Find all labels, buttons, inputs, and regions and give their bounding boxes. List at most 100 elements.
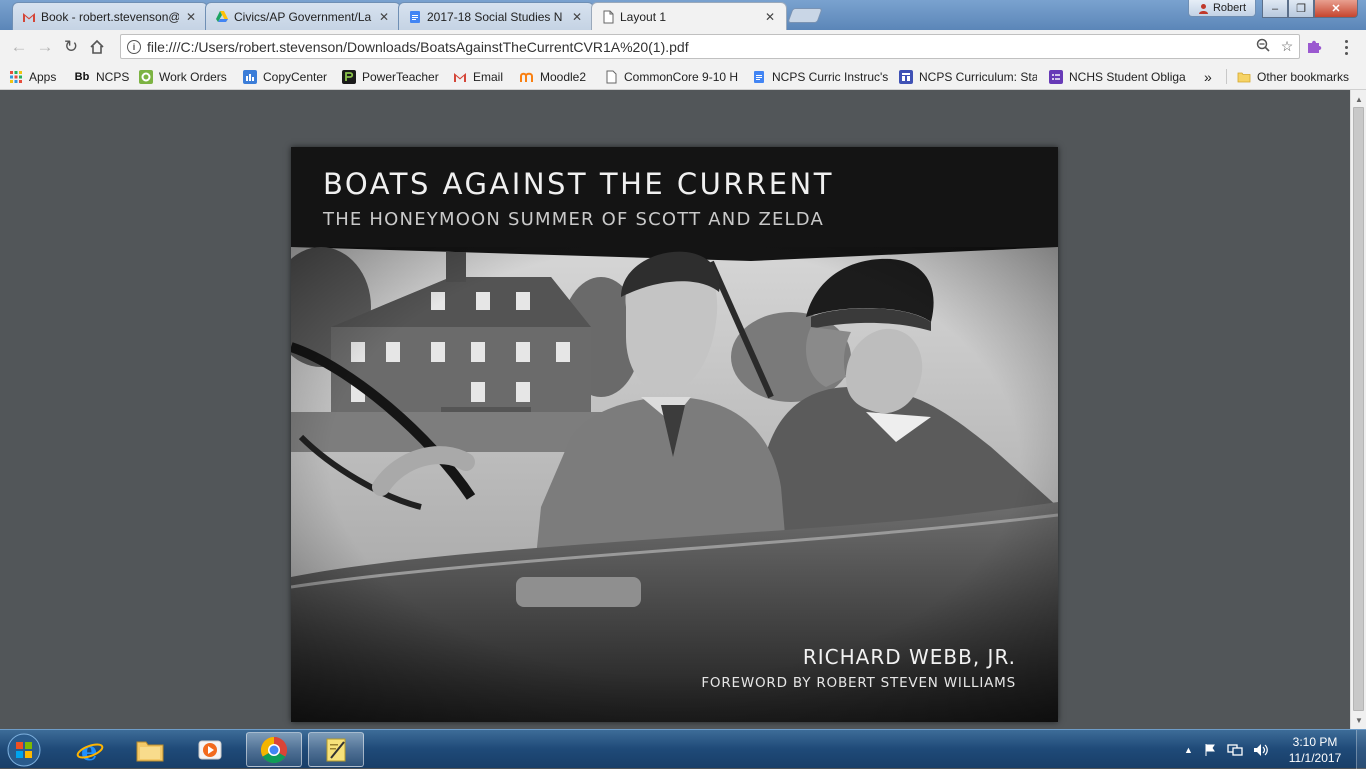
notepad-icon [326,738,346,761]
bookmark-label: NCPS Curriculum: Sta [919,69,1037,84]
maximize-button[interactable]: ❐ [1288,0,1314,18]
folder-icon [1237,72,1251,82]
moodle-icon [520,72,533,82]
cover-title: BOATS AGAINST THE CURRENT [323,167,834,201]
svg-text:e: e [81,737,98,765]
bookmark-label: CommonCore 9-10 H [624,69,739,84]
arrow-right-icon: → [36,36,54,56]
volume-icon[interactable] [1253,743,1269,757]
minimize-button[interactable]: – [1262,0,1288,18]
tab-label: Book - robert.stevenson@ [41,9,179,24]
bookmark-label: NCPS [96,69,130,84]
cover-subtitle: THE HONEYMOON SUMMER OF SCOTT AND ZELDA [323,209,825,230]
home-button[interactable] [84,34,110,60]
internet-explorer-icon: e [76,737,104,765]
network-icon[interactable] [1227,743,1243,757]
bookmark-apps[interactable]: Apps [9,68,56,85]
bookmark-label: PowerTeacher [362,69,439,84]
address-url: file:///C:/Users/robert.stevenson/Downlo… [147,38,689,55]
google-docs-icon [410,11,420,23]
scroll-down-icon[interactable]: ▼ [1351,713,1366,727]
tab-label: Layout 1 [620,9,667,24]
taskbar-media-player[interactable] [182,732,238,767]
address-bar[interactable]: i file:///C:/Users/robert.stevenson/Down… [120,34,1300,59]
bookmark-label: Other bookmarks [1257,69,1350,84]
tab-close-icon[interactable]: ✕ [571,10,583,24]
taskbar-chrome[interactable] [246,732,302,767]
extension-puzzle-icon[interactable] [1305,38,1323,56]
system-tray: ▲ [1184,730,1269,769]
taskbar-file-explorer[interactable] [122,732,178,767]
bookmark-ncps-curric-instruc[interactable]: NCPS Curric Instruc's [752,68,888,85]
bookmark-work-orders[interactable]: Work Orders [139,68,227,85]
close-window-button[interactable]: ✕ [1314,0,1358,18]
bookmark-label: NCHS Student Obliga [1069,69,1186,84]
show-desktop-button[interactable] [1356,730,1366,769]
document-icon [603,10,614,24]
pdf-viewer[interactable]: BOATS AGAINST THE CURRENT THE HONEYMOON … [0,90,1350,729]
reload-icon: ↻ [63,36,79,56]
show-hidden-icons-icon[interactable]: ▲ [1184,745,1193,755]
reload-button[interactable]: ↻ [58,34,84,60]
google-drive-icon [216,11,228,22]
info-icon[interactable]: i [127,39,141,54]
window-title-bar: Book - robert.stevenson@ ✕ Civics/AP Gov… [0,0,1366,30]
tab-google-drive[interactable]: Civics/AP Government/La ✕ [205,2,401,30]
apps-grid-icon [10,70,22,83]
bookmarks-divider [1226,69,1227,84]
bookmark-powerteacher[interactable]: PowerTeacher [342,68,439,85]
powerteacher-icon [342,69,356,84]
scrollbar-thumb[interactable] [1353,107,1364,711]
bookmark-nchs-student-obliga[interactable]: NCHS Student Obliga [1049,68,1188,85]
bookmark-label: Email [473,69,504,84]
bookmark-ncps-curriculum[interactable]: NCPS Curriculum: Sta [899,68,1037,85]
cover-foreword: FOREWORD BY ROBERT STEVEN WILLIAMS [701,675,1016,691]
cover-author: RICHARD WEBB, JR. [802,645,1016,669]
bookmark-ncps[interactable]: Bb NCPS [73,68,130,85]
tab-close-icon[interactable]: ✕ [764,10,776,24]
bookmark-moodle2[interactable]: Moodle2 [520,68,586,85]
tab-gmail[interactable]: Book - robert.stevenson@ ✕ [12,2,208,30]
bookmark-email[interactable]: Email [453,68,503,85]
back-button[interactable]: ← [6,34,32,60]
file-explorer-icon [136,741,164,761]
other-bookmarks-folder[interactable]: Other bookmarks [1237,68,1349,85]
taskbar-notepad[interactable] [308,732,364,767]
new-tab-button[interactable] [787,8,823,23]
clock-time: 3:10 PM [1292,735,1338,749]
google-docs-icon [754,70,764,83]
arrow-left-icon: ← [10,36,28,56]
bookmark-star-icon[interactable]: ☆ [1275,38,1299,55]
curriculum-icon [899,69,913,84]
bookmark-commoncore[interactable]: CommonCore 9-10 H [604,68,740,85]
bookmark-label: Work Orders [159,69,227,84]
chrome-menu-button[interactable] [1336,36,1356,58]
bookmark-label: Moodle2 [540,69,587,84]
browser-toolbar: ← → ↻ i file:///C:/Users/robert.stevenso… [0,30,1366,63]
tab-close-icon[interactable]: ✕ [185,10,197,24]
windows-start-icon[interactable] [4,731,44,769]
bookmark-copycenter[interactable]: CopyCenter [243,68,327,85]
tab-close-icon[interactable]: ✕ [378,10,390,24]
profile-button[interactable]: Robert [1188,0,1256,17]
bookmarks-overflow-button[interactable]: » [1204,68,1212,85]
forward-button[interactable]: → [32,34,58,60]
blackboard-icon: Bb [74,70,90,83]
tab-google-docs[interactable]: 2017-18 Social Studies N ✕ [398,2,594,30]
scroll-up-icon[interactable]: ▲ [1351,92,1366,106]
zoom-icon[interactable] [1251,38,1275,55]
tab-label: Civics/AP Government/La [234,9,372,24]
profile-name: Robert [1212,2,1247,14]
tab-label: 2017-18 Social Studies N [427,9,563,24]
gmail-icon [23,13,35,22]
bookmark-label: Apps [29,69,57,84]
copycenter-icon [243,69,257,84]
bookmark-label: CopyCenter [263,69,328,84]
taskbar-internet-explorer[interactable]: e [62,732,118,767]
action-center-flag-icon[interactable] [1203,743,1217,757]
taskbar-clock[interactable]: 3:10 PM 11/1/2017 [1280,734,1350,766]
vertical-scrollbar[interactable]: ▲ ▼ [1350,90,1366,729]
bookmarks-bar: Apps Bb NCPS Work Orders CopyCenter Powe… [0,63,1366,90]
home-icon [90,39,104,54]
tab-layout-1[interactable]: Layout 1 ✕ [591,2,787,30]
